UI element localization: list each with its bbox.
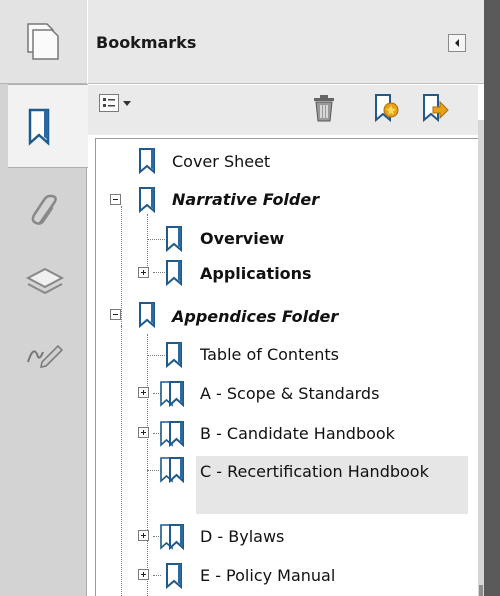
navigation-rail <box>0 0 88 596</box>
collapse-toggle[interactable] <box>110 309 121 320</box>
bookmark-group-icon <box>160 381 184 408</box>
bookmark-label: Cover Sheet <box>172 152 271 171</box>
bookmark-icon <box>166 342 182 369</box>
expand-bookmark-icon[interactable] <box>420 93 450 123</box>
pages-icon <box>27 23 59 60</box>
bookmarks-tab[interactable] <box>8 84 88 168</box>
tree-connector <box>121 206 122 326</box>
panel-title: Bookmarks <box>96 33 197 52</box>
bookmarks-navigation-pane: Bookmarks Cover Sheet Narrative Folder O… <box>0 0 500 596</box>
bookmark-label: Applications <box>200 264 312 283</box>
chevron-down-icon[interactable] <box>123 101 131 106</box>
bookmark-label: D - Bylaws <box>200 527 285 546</box>
tree-connector <box>153 575 161 576</box>
expand-toggle[interactable] <box>138 387 149 398</box>
new-bookmark-icon[interactable] <box>372 93 402 123</box>
bookmark-label: E - Policy Manual <box>200 566 336 585</box>
delete-bookmark-icon[interactable] <box>312 95 336 123</box>
bookmark-label: Narrative Folder <box>172 190 320 209</box>
collapse-left-icon <box>455 39 459 47</box>
tree-connector <box>147 334 148 596</box>
options-icon <box>103 98 115 107</box>
attachments-icon[interactable] <box>30 193 62 229</box>
signatures-icon[interactable] <box>25 340 65 370</box>
bookmark-label: B - Candidate Handbook <box>200 424 395 443</box>
bookmark-label: A - Scope & Standards <box>200 384 380 403</box>
bookmark-icon <box>139 187 155 214</box>
bookmark-icon <box>166 563 182 590</box>
bookmark-group-icon <box>160 421 184 448</box>
bookmark-label: Table of Contents <box>200 345 339 364</box>
expand-toggle[interactable] <box>138 569 149 580</box>
options-menu-button[interactable] <box>99 94 119 112</box>
bookmark-label: C - Recertification Handbook <box>200 462 429 481</box>
bookmark-icon <box>139 302 155 329</box>
layers-icon[interactable] <box>25 265 65 301</box>
bookmark-group-icon <box>160 524 184 551</box>
expand-toggle[interactable] <box>138 427 149 438</box>
page-thumbnails-tab[interactable] <box>0 0 87 84</box>
tree-connector <box>147 239 165 240</box>
panel-header: Bookmarks <box>88 0 484 84</box>
expand-toggle[interactable] <box>138 530 149 541</box>
bookmark-label: Overview <box>200 229 285 248</box>
document-edge <box>484 0 500 596</box>
bookmark-icon <box>139 148 155 175</box>
scrollbar-thumb[interactable] <box>479 585 483 596</box>
bookmark-icon <box>166 226 182 253</box>
collapse-toggle[interactable] <box>110 194 121 205</box>
tree-connector <box>147 214 148 272</box>
bookmark-label: Appendices Folder <box>172 307 339 326</box>
tree-connector <box>121 326 122 596</box>
bookmarks-icon <box>28 108 50 146</box>
bookmark-icon <box>166 260 182 287</box>
bookmarks-toolbar <box>88 85 478 135</box>
collapse-panel-button[interactable] <box>448 34 466 52</box>
expand-toggle[interactable] <box>138 267 149 278</box>
bookmark-group-icon <box>160 457 184 484</box>
tree-connector <box>147 355 165 356</box>
